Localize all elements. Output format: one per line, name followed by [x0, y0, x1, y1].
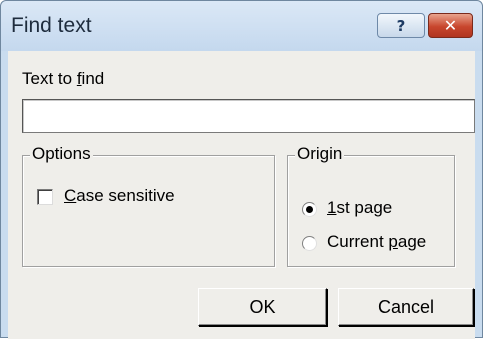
text-to-find-label: Text to find [22, 69, 105, 88]
find-text-dialog: Find text ? ✕ Text to find Options Case … [0, 0, 483, 339]
ok-button[interactable]: OK [198, 288, 327, 326]
title-bar[interactable]: Find text ? ✕ [1, 1, 482, 51]
help-icon: ? [396, 16, 406, 35]
radio-selected-dot [306, 206, 313, 213]
cancel-button[interactable]: Cancel [338, 288, 474, 326]
current-page-radio[interactable] [302, 236, 317, 251]
help-button[interactable]: ? [377, 13, 425, 38]
origin-legend: Origin [295, 144, 345, 164]
case-sensitive-label[interactable]: Case sensitive [64, 186, 175, 206]
options-group: Options Case sensitive [22, 144, 275, 267]
first-page-radio[interactable] [302, 202, 317, 217]
options-legend: Options [30, 144, 93, 164]
current-page-label[interactable]: Current page [327, 232, 426, 252]
first-page-label[interactable]: 1st page [327, 198, 392, 218]
close-button[interactable]: ✕ [428, 13, 473, 38]
case-sensitive-checkbox[interactable] [37, 189, 53, 205]
text-to-find-input[interactable] [22, 99, 475, 133]
origin-group: Origin 1st page Current page [287, 144, 455, 267]
dialog-title: Find text [11, 14, 92, 37]
dialog-body: Text to find Options Case sensitive Orig… [8, 51, 475, 339]
close-icon: ✕ [443, 16, 458, 35]
